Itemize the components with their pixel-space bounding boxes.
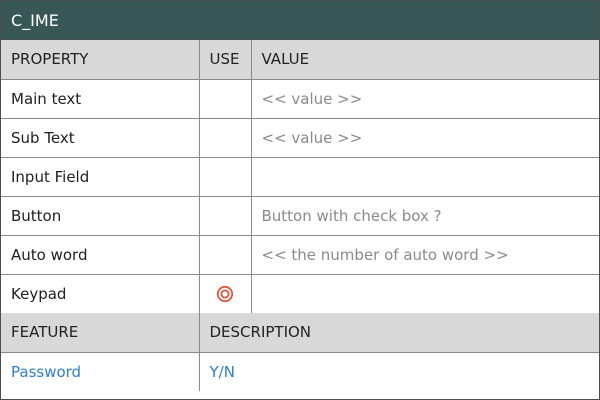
use-cell	[198, 117, 252, 158]
feature-description: Y/N	[198, 351, 599, 391]
header-use: USE	[198, 40, 252, 80]
feature-name: Password	[1, 351, 200, 391]
property-value: << the number of auto word >>	[250, 234, 599, 275]
property-value: << value >>	[250, 117, 599, 158]
property-value: Button with check box ?	[250, 195, 599, 236]
property-value	[250, 273, 599, 313]
double-circle-icon	[216, 285, 234, 303]
table-row: Keypad	[1, 273, 599, 313]
table-row: Auto word << the number of auto word >>	[1, 234, 599, 275]
property-name: Main text	[1, 78, 200, 119]
component-title: C_IME	[1, 1, 599, 40]
property-value: << value >>	[250, 78, 599, 119]
table-row: Button Button with check box ?	[1, 195, 599, 236]
header-feature: FEATURE	[1, 313, 200, 353]
use-cell	[198, 195, 252, 236]
use-cell	[198, 273, 252, 313]
property-name: Auto word	[1, 234, 200, 275]
use-cell	[198, 156, 252, 197]
header-property: PROPERTY	[1, 40, 200, 80]
component-spec-sheet: C_IME PROPERTY USE VALUE Main text << va…	[0, 0, 600, 400]
property-table: PROPERTY USE VALUE Main text << value >>…	[1, 40, 599, 313]
table-header-row: PROPERTY USE VALUE	[1, 40, 599, 80]
use-cell	[198, 78, 252, 119]
table-row: Password Y/N	[1, 351, 599, 391]
table-header-row: FEATURE DESCRIPTION	[1, 313, 599, 353]
table-row: Input Field	[1, 156, 599, 197]
use-cell	[198, 234, 252, 275]
table-row: Sub Text << value >>	[1, 117, 599, 158]
property-name: Button	[1, 195, 200, 236]
property-name: Sub Text	[1, 117, 200, 158]
property-name: Keypad	[1, 273, 200, 313]
property-name: Input Field	[1, 156, 200, 197]
property-value	[250, 156, 599, 197]
header-value: VALUE	[250, 40, 599, 80]
table-row: Main text << value >>	[1, 78, 599, 119]
header-description: DESCRIPTION	[198, 313, 599, 353]
feature-table: FEATURE DESCRIPTION Password Y/N	[1, 313, 599, 391]
